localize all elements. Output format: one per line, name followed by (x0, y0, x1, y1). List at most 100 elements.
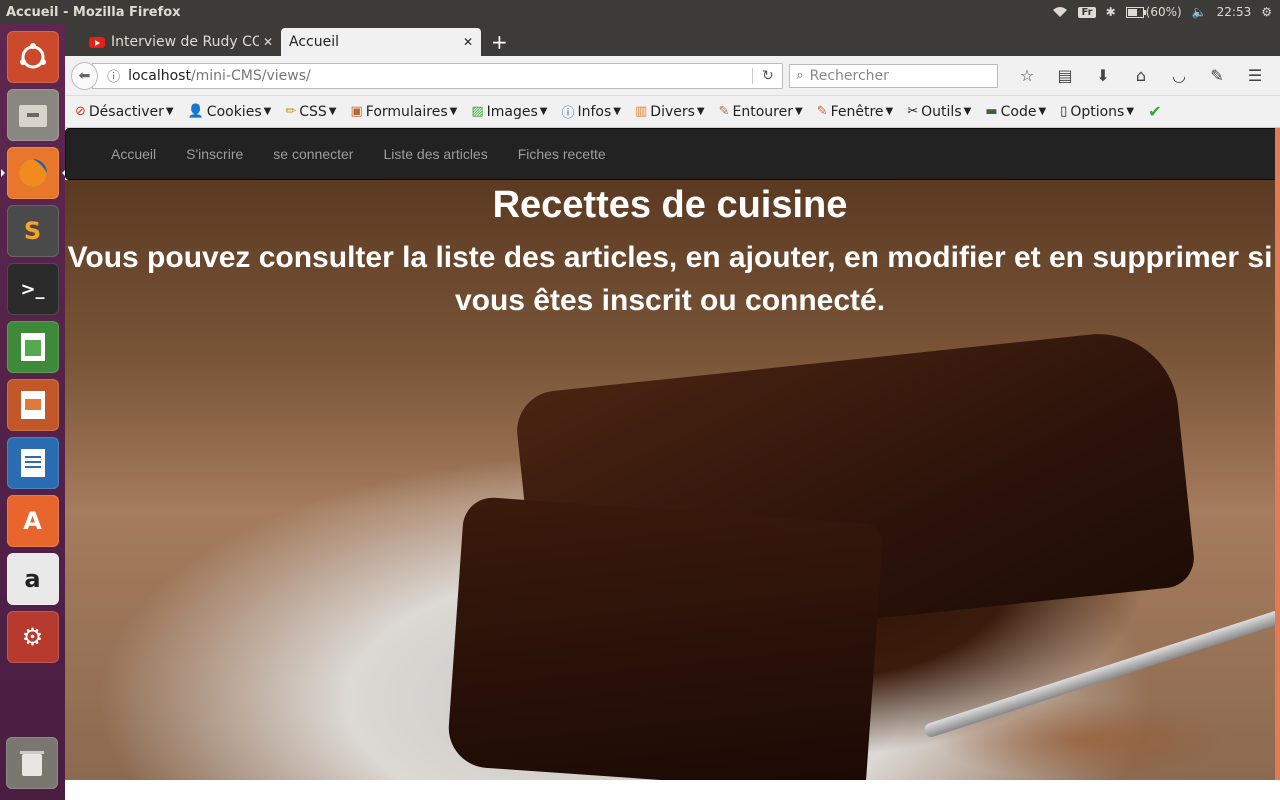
dev-menu-entourer[interactable]: ✎ Entourer ▼ (719, 104, 803, 120)
menu-icon[interactable]: ☰ (1236, 66, 1274, 85)
navigation-toolbar: ⬅ ⓘ localhost/mini-CMS/views/ ↻ ⌕ Recher… (65, 56, 1280, 96)
scroll-edge (1275, 128, 1280, 780)
terminal-icon[interactable]: >_ (6, 263, 59, 315)
pen-icon: ✎ (816, 104, 828, 119)
hero-banner: Recettes de cuisine Vous pouvez consulte… (65, 180, 1275, 780)
system-tray: Fr ✱ (60%) 🔈 22:53 ⚙ (1052, 5, 1280, 19)
form-icon: ▣ (350, 104, 363, 119)
info-icon: ⓘ (561, 106, 575, 121)
url-text[interactable]: localhost/mini-CMS/views/ (128, 68, 752, 84)
page-content: Accueil S'inscrire se connecter Liste de… (65, 128, 1280, 800)
info-icon[interactable]: ⓘ (107, 66, 120, 85)
files-icon[interactable] (6, 89, 59, 141)
libreoffice-writer-icon[interactable] (6, 437, 59, 489)
battery-percent: (60%) (1145, 5, 1182, 19)
toolbar-icons: ☆ ▤ ⬇ ⌂ ◡ ✎ ☰ (1008, 66, 1274, 85)
libreoffice-calc-icon[interactable] (6, 321, 59, 373)
tab-interview[interactable]: Interview de Rudy COI ✕ (81, 28, 281, 56)
tab-label: Interview de Rudy COI (111, 34, 259, 50)
tab-label: Accueil (289, 34, 339, 50)
power-gear-icon[interactable]: ⚙ (1261, 5, 1272, 19)
bluetooth-icon[interactable]: ✱ (1106, 5, 1116, 19)
top-panel: Accueil - Mozilla Firefox Fr ✱ (60%) 🔈 2… (0, 0, 1280, 24)
nav-link-fiches-recette[interactable]: Fiches recette (503, 146, 621, 162)
dev-menu-code[interactable]: ▬ Code ▼ (985, 104, 1046, 120)
back-button[interactable]: ⬅ (71, 61, 99, 90)
firefox-icon[interactable] (0, 147, 66, 199)
ubuntu-dash-icon[interactable] (6, 31, 59, 83)
dev-menu-label: Désactiver (88, 103, 164, 120)
url-bar[interactable]: ⓘ localhost/mini-CMS/views/ ↻ (92, 62, 784, 89)
page-title: Recettes de cuisine (492, 184, 848, 226)
eyedropper-icon[interactable]: ✎ (1198, 66, 1236, 85)
dev-menu-label: Entourer (732, 103, 793, 120)
downloads-icon[interactable]: ⬇ (1084, 66, 1122, 85)
nav-link-liste-articles[interactable]: Liste des articles (368, 146, 502, 162)
dev-menu-label: Images (486, 103, 538, 120)
page-subtitle: Vous pouvez consulter la liste des artic… (67, 241, 1273, 317)
dev-menu-label: Infos (577, 103, 612, 120)
options-icon: ▯ (1060, 104, 1068, 119)
new-tab-button[interactable]: + (481, 28, 518, 56)
pen-icon: ✎ (718, 104, 730, 119)
tools-icon: ✂ (907, 104, 919, 119)
pocket-icon[interactable]: ◡ (1160, 66, 1198, 85)
youtube-icon (89, 36, 105, 48)
site-navbar: Accueil S'inscrire se connecter Liste de… (65, 128, 1280, 180)
chevron-down-icon: ▼ (539, 106, 548, 117)
home-icon[interactable]: ⌂ (1122, 66, 1160, 85)
tab-bar: Interview de Rudy COI ✕ Accueil ✕ + (65, 24, 1280, 56)
search-input[interactable]: ⌕ Rechercher (789, 63, 998, 88)
dev-menu-divers[interactable]: ▥ Divers ▼ (635, 104, 705, 120)
dev-menu-outils[interactable]: ✂ Outils ▼ (907, 104, 971, 120)
wifi-icon[interactable] (1052, 6, 1068, 18)
dev-menu-label: Formulaires (365, 103, 448, 120)
image-icon: ▨ (471, 104, 484, 119)
nav-link-accueil[interactable]: Accueil (96, 146, 171, 162)
clock[interactable]: 22:53 (1217, 5, 1252, 19)
battery-indicator[interactable]: (60%) (1125, 5, 1182, 19)
chevron-down-icon: ▼ (263, 106, 272, 117)
reading-list-icon[interactable]: ▤ (1046, 66, 1084, 85)
close-icon[interactable]: ✕ (263, 35, 273, 49)
sublime-text-icon[interactable]: S (6, 205, 59, 257)
tab-accueil[interactable]: Accueil ✕ (281, 28, 481, 56)
dev-menu-desactiver[interactable]: ⊘ Désactiver ▼ (75, 104, 174, 120)
chevron-down-icon: ▼ (1126, 106, 1135, 117)
dev-menu-images[interactable]: ▨ Images ▼ (471, 104, 547, 120)
volume-icon[interactable]: 🔈 (1192, 5, 1207, 19)
person-icon: 👤 (187, 104, 204, 119)
code-icon: ▬ (985, 104, 998, 119)
chevron-down-icon: ▼ (328, 106, 337, 117)
reload-icon[interactable]: ↻ (752, 67, 782, 84)
keyboard-layout-indicator[interactable]: Fr (1078, 6, 1096, 18)
close-icon[interactable]: ✕ (463, 35, 473, 49)
dev-menu-css[interactable]: ✏ CSS ▼ (285, 104, 336, 120)
battery-icon (1125, 6, 1146, 18)
web-developer-toolbar: ⊘ Désactiver ▼ 👤 Cookies ▼ ✏ CSS ▼ ▣ Formulaire… (65, 96, 1280, 128)
dev-menu-options[interactable]: ▯ Options ▼ (1060, 104, 1134, 120)
dev-menu-label: Code (1000, 103, 1037, 120)
dev-menu-label: Outils (921, 103, 962, 120)
chevron-down-icon: ▼ (963, 106, 972, 117)
chevron-down-icon: ▼ (165, 106, 174, 117)
nav-link-inscrire[interactable]: S'inscrire (171, 146, 258, 162)
dev-menu-formulaires[interactable]: ▣ Formulaires ▼ (350, 104, 457, 120)
chevron-down-icon: ▼ (1038, 106, 1047, 117)
dev-menu-infos[interactable]: ⓘ Infos ▼ (561, 102, 621, 122)
dev-menu-fenetre[interactable]: ✎ Fenêtre ▼ (817, 104, 894, 120)
url-host: localhost (128, 67, 191, 84)
system-settings-icon[interactable]: ⚙ (6, 611, 59, 663)
window-title: Accueil - Mozilla Firefox (6, 4, 181, 20)
search-placeholder: Rechercher (809, 67, 889, 84)
trash-icon[interactable] (6, 737, 58, 789)
validation-check-icon[interactable]: ✔ (1148, 102, 1161, 121)
url-path: /mini-CMS/views/ (190, 67, 311, 84)
amazon-icon[interactable]: a (6, 553, 59, 605)
dev-menu-cookies[interactable]: 👤 Cookies ▼ (188, 104, 272, 120)
libreoffice-impress-icon[interactable] (6, 379, 59, 431)
software-center-icon[interactable]: A (6, 495, 59, 547)
dev-menu-label: Fenêtre (830, 103, 884, 120)
nav-link-connecter[interactable]: se connecter (258, 146, 368, 162)
bookmark-star-icon[interactable]: ☆ (1008, 66, 1046, 85)
